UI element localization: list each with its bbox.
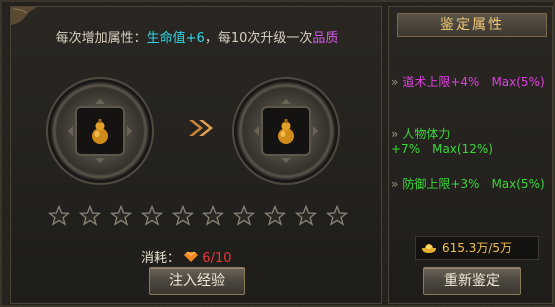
item-frame: [75, 106, 125, 156]
upgrade-info-text: 每次增加属性：生命值+6，每10次升级一次品质: [11, 27, 383, 46]
star-rating: [48, 205, 348, 227]
ornament-left: [63, 126, 73, 136]
attribute-row: » 人物体力+7% Max(12%): [391, 125, 552, 156]
ornament-down: [281, 158, 291, 168]
star-icon: [171, 205, 194, 226]
dragon-ornament-icon: [11, 7, 37, 25]
gourd-icon: [278, 119, 294, 144]
cost-label: 消耗：: [141, 251, 181, 266]
star-icon: [78, 205, 101, 226]
ornament-up: [95, 94, 105, 104]
double-chevron-icon: »: [391, 177, 399, 191]
double-chevron-icon: »: [391, 75, 399, 89]
star-icon: [233, 205, 256, 226]
equipment-appraisal-window: 每次增加属性：生命值+6，每10次升级一次品质 消耗： 6/10 注入经验 鉴定…: [0, 0, 555, 307]
info-stat: 生命值+6: [146, 31, 205, 46]
appraisal-panel: 鉴定属性 » 道术上限+4% Max(5%) » 人物体力+7% Max(12%) » 防…: [388, 6, 553, 304]
info-quality: 品质: [312, 31, 339, 46]
appraisal-title: 鉴定属性: [397, 13, 547, 37]
star-icon: [109, 205, 132, 226]
item-frame: [261, 106, 311, 156]
attribute-row: » 道术上限+4% Max(5%): [391, 73, 545, 90]
cost-row: 消耗： 6/10: [141, 247, 232, 266]
ornament-right: [127, 126, 137, 136]
star-icon: [202, 205, 225, 226]
current-item-slot[interactable]: [51, 82, 149, 180]
ornament-left: [249, 126, 259, 136]
gold-value: 615.3万/5万: [442, 241, 513, 255]
star-icon: [48, 205, 70, 226]
attribute-text: 防御上限+3%: [402, 177, 480, 191]
attribute-max: Max(12%): [432, 142, 493, 156]
next-item-slot[interactable]: [237, 82, 335, 180]
gourd-icon: [92, 119, 108, 144]
ornament-down: [95, 158, 105, 168]
attribute-text: 道术上限+4%: [402, 75, 480, 89]
ornament-up: [281, 94, 291, 104]
gem-icon: [184, 251, 199, 262]
double-chevron-icon: »: [391, 127, 399, 141]
info-prefix: 每次增加属性：: [55, 31, 147, 46]
info-middle: ，每10次升级一次: [204, 31, 313, 46]
star-icon: [264, 205, 287, 226]
double-arrow-icon: [189, 120, 213, 136]
gold-display: 615.3万/5万: [415, 236, 539, 260]
reidentify-button[interactable]: 重新鉴定: [423, 267, 521, 295]
cost-value: 6/10: [202, 251, 232, 266]
attribute-max: Max(5%): [491, 75, 545, 89]
gold-ingot-icon: [422, 244, 436, 253]
attribute-max: Max(5%): [491, 177, 545, 191]
upgrade-panel: 每次增加属性：生命值+6，每10次升级一次品质 消耗： 6/10 注入经验: [10, 6, 382, 304]
attribute-row: » 防御上限+3% Max(5%): [391, 175, 545, 192]
star-icon: [325, 205, 348, 226]
star-icon: [140, 205, 163, 226]
inject-experience-button[interactable]: 注入经验: [149, 267, 245, 295]
star-icon: [295, 205, 317, 226]
ornament-right: [313, 126, 323, 136]
